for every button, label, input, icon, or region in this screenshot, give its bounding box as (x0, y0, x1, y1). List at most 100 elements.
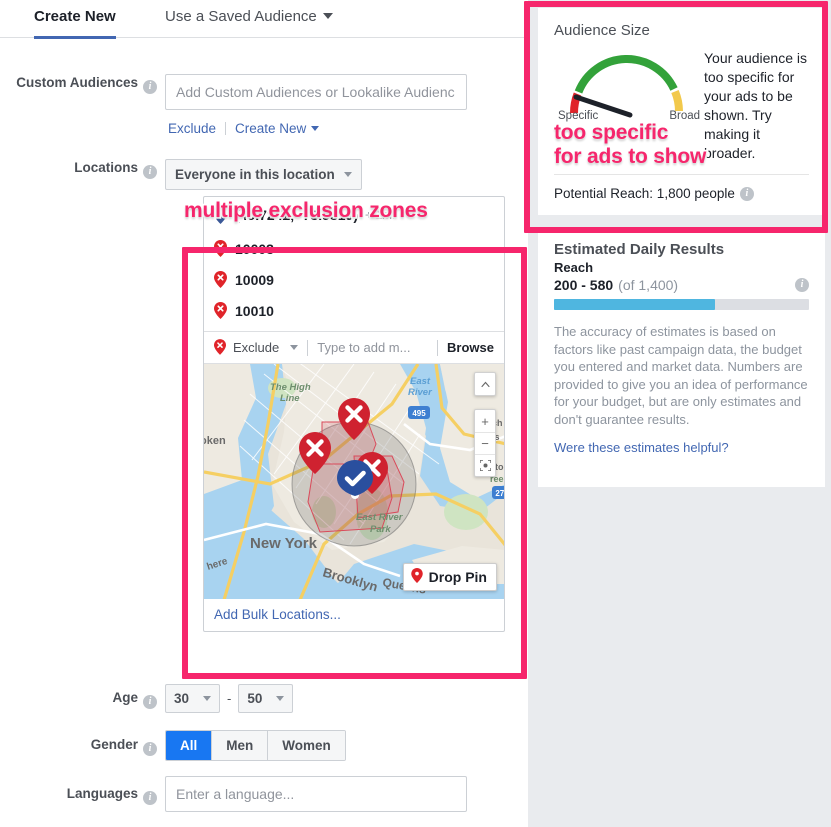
tab-use-saved-audience-label: Use a Saved Audience (165, 8, 317, 25)
languages-row: Languages i Enter a language... (0, 776, 467, 812)
audience-size-card: Audience Size Specific Broad Your audien… (538, 8, 825, 215)
location-item-excluded[interactable]: 10003 (204, 233, 504, 264)
age-max-value: 50 (247, 691, 263, 706)
custom-audiences-input[interactable]: Add Custom Audiences or Lookalike Audien… (165, 74, 467, 110)
chevron-down-icon (343, 172, 352, 177)
languages-input[interactable]: Enter a language... (165, 776, 467, 812)
custom-audiences-row: Custom Audiences i Add Custom Audiences o… (0, 74, 467, 110)
svg-text:East: East (410, 376, 431, 387)
location-name: 10009 (235, 271, 274, 288)
tab-create-new-label: Create New (34, 8, 116, 25)
age-max-select[interactable]: 50 (238, 684, 294, 713)
info-icon[interactable]: i (143, 694, 157, 709)
estimated-results-title: Estimated Daily Results (554, 241, 725, 258)
map-zoom-controls[interactable]: + − (474, 409, 496, 477)
location-map[interactable]: 495 278 The HighLine East RiverPark East… (204, 363, 504, 599)
location-scope-select[interactable]: Everyone in this location (165, 159, 362, 190)
estimated-reach-range: 200 - 580 (554, 277, 614, 293)
info-icon[interactable]: i (795, 278, 809, 292)
gender-option-women[interactable]: Women (268, 731, 345, 760)
info-icon[interactable]: i (739, 186, 754, 201)
add-bulk-locations-row: Add Bulk Locations... (204, 599, 504, 631)
gender-label: Gender i (0, 736, 165, 756)
locations-toolbar: Exclude Type to add m... Browse (204, 331, 504, 363)
info-icon[interactable]: i (143, 165, 157, 179)
gender-option-men[interactable]: Men (212, 731, 269, 760)
gender-row: Gender i All Men Women (0, 730, 346, 761)
zoom-out-icon[interactable]: − (475, 432, 495, 454)
locations-box: (40.7242, -73.9819) + 1mi 10003 10009 10… (203, 196, 505, 632)
gauge-label-broad: Broad (669, 110, 700, 122)
add-bulk-locations-link[interactable]: Add Bulk Locations... (214, 607, 341, 622)
age-range-dash: - (227, 691, 232, 706)
chevron-down-icon (322, 13, 333, 19)
svg-text:New York: New York (250, 535, 318, 552)
link-divider (225, 122, 227, 135)
compass-icon[interactable] (475, 373, 495, 395)
age-min-value: 30 (174, 691, 190, 706)
toolbar-divider (307, 339, 309, 356)
audience-size-message: Your audience is too specific for your a… (704, 50, 808, 161)
potential-reach-label: Potential Reach: 1,800 people (554, 186, 735, 201)
tab-use-saved-audience[interactable]: Use a Saved Audience (165, 8, 333, 36)
location-name: 10003 (235, 240, 274, 257)
info-icon[interactable]: i (143, 791, 157, 805)
estimates-disclaimer: The accuracy of estimates is based on fa… (554, 324, 808, 427)
info-icon[interactable]: i (143, 80, 157, 94)
custom-audiences-links: Exclude Create New (168, 121, 320, 136)
estimates-feedback-link[interactable]: Were these estimates helpful? (554, 440, 809, 455)
location-item-excluded[interactable]: 10010 (204, 295, 504, 326)
estimated-reach-total: (of 1,400) (618, 277, 679, 293)
svg-text:East River: East River (356, 512, 404, 523)
audience-size-title: Audience Size (554, 22, 650, 39)
exclude-mode-value: Exclude (233, 340, 280, 355)
audience-tabbar: Create New Use a Saved Audience (0, 0, 528, 39)
map-pin-icon (410, 568, 423, 586)
location-name: 10010 (235, 302, 274, 319)
map-pin-exclude-icon (214, 339, 226, 356)
potential-reach-row: Potential Reach: 1,800 people i (554, 174, 809, 201)
age-label: Age i (0, 689, 165, 709)
tab-create-new[interactable]: Create New (34, 8, 116, 39)
chevron-down-icon (311, 126, 320, 131)
age-min-select[interactable]: 30 (165, 684, 220, 713)
age-row: Age i 30 - 50 (0, 684, 294, 713)
locations-row: Locations i Everyone in this location (0, 159, 362, 190)
svg-text:Line: Line (280, 393, 300, 404)
chevron-down-icon[interactable] (290, 345, 299, 350)
exclude-link[interactable]: Exclude (168, 121, 216, 136)
chevron-down-icon (203, 696, 211, 701)
svg-text:oken: oken (204, 435, 226, 447)
location-scope-value: Everyone in this location (175, 167, 335, 182)
zoom-in-icon[interactable]: + (475, 410, 495, 432)
map-compass-control[interactable] (474, 372, 496, 396)
svg-text:The High: The High (270, 382, 311, 393)
chevron-down-icon (276, 696, 285, 701)
custom-audiences-label: Custom Audiences i (0, 74, 165, 94)
svg-text:495: 495 (412, 409, 426, 418)
ads-audience-editor: Create New Use a Saved Audience Custom A… (0, 0, 831, 827)
svg-text:River: River (408, 387, 433, 398)
svg-text:Park: Park (370, 524, 391, 535)
audience-form-panel: Create New Use a Saved Audience Custom A… (0, 0, 528, 827)
svg-text:278: 278 (495, 489, 504, 498)
browse-locations-button[interactable]: Browse (447, 340, 494, 355)
location-item-excluded[interactable]: 10009 (204, 264, 504, 295)
reach-progress-track (554, 299, 809, 310)
estimated-results-value-row: 200 - 580 (of 1,400) i (554, 277, 809, 293)
gender-option-all[interactable]: All (166, 731, 213, 760)
annotation-label-for-ads-to-show: for ads to show (552, 143, 708, 170)
create-new-audience-link[interactable]: Create New (235, 121, 306, 136)
annotation-label-exclusion-zones: multiple exclusion zones (182, 197, 429, 224)
drop-pin-button[interactable]: Drop Pin (402, 563, 497, 591)
drop-pin-label: Drop Pin (428, 569, 487, 585)
locations-label: Locations i (0, 159, 165, 179)
info-icon[interactable]: i (143, 741, 157, 756)
location-search-input[interactable]: Type to add m... (317, 340, 428, 355)
languages-label: Languages i (0, 776, 165, 812)
fullscreen-icon[interactable] (475, 454, 495, 476)
map-pin-exclude-icon (214, 271, 227, 288)
annotation-label-too-specific: too specific (552, 119, 670, 146)
toolbar-divider (437, 339, 439, 356)
estimated-results-metric: Reach (554, 260, 594, 275)
